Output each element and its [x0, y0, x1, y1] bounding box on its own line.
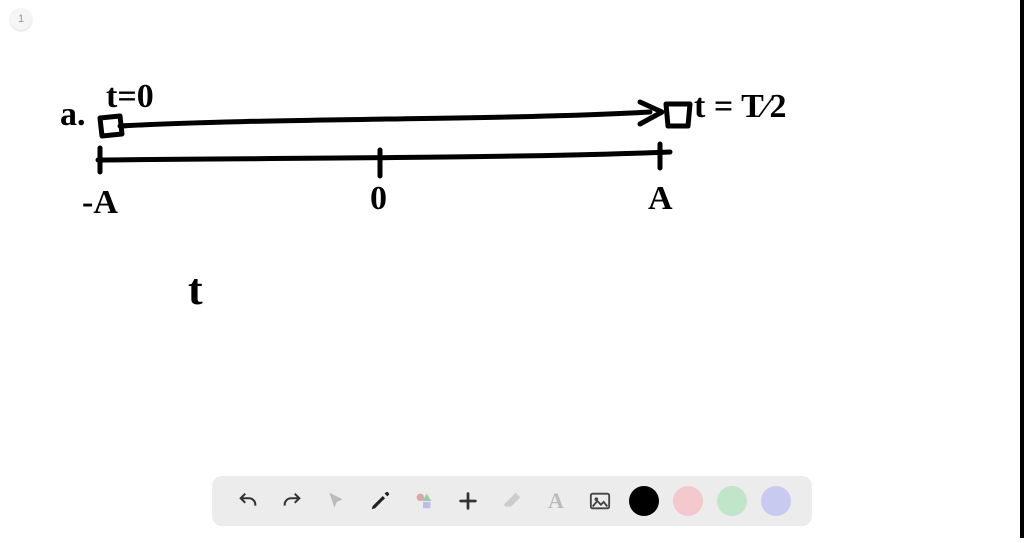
- axis-left-label: -A: [82, 184, 118, 222]
- eraser-icon: [501, 490, 523, 512]
- color-black[interactable]: [627, 484, 661, 518]
- axis-center-label: 0: [370, 180, 387, 218]
- part-label: a.: [60, 96, 86, 134]
- drawing-toolbar: A: [212, 476, 812, 526]
- text-tool[interactable]: A: [539, 484, 573, 518]
- whiteboard-canvas[interactable]: a. t=0 t = T⁄2 -A 0 A t: [0, 0, 1024, 538]
- swatch-purple-icon: [761, 486, 791, 516]
- shapes-icon: [413, 490, 435, 512]
- color-pink[interactable]: [671, 484, 705, 518]
- pen-tool[interactable]: [363, 484, 397, 518]
- eraser-tool[interactable]: [495, 484, 529, 518]
- move-tool[interactable]: [451, 484, 485, 518]
- pointer-tool[interactable]: [319, 484, 353, 518]
- color-green[interactable]: [715, 484, 749, 518]
- color-purple[interactable]: [759, 484, 793, 518]
- undo-icon: [237, 490, 259, 512]
- right-time-label: t = T⁄2: [694, 88, 786, 126]
- axis-right-label: A: [648, 180, 673, 218]
- redo-button[interactable]: [275, 484, 309, 518]
- swatch-pink-icon: [673, 486, 703, 516]
- plus-icon: [457, 490, 479, 512]
- text-icon: A: [548, 488, 564, 514]
- left-time-label: t=0: [106, 78, 154, 116]
- pointer-icon: [326, 491, 346, 511]
- image-icon: [588, 490, 612, 512]
- undo-button[interactable]: [231, 484, 265, 518]
- redo-icon: [281, 490, 303, 512]
- floating-t-label: t: [188, 264, 203, 315]
- pen-icon: [369, 490, 391, 512]
- swatch-black-icon: [629, 486, 659, 516]
- swatch-green-icon: [717, 486, 747, 516]
- image-tool[interactable]: [583, 484, 617, 518]
- right-edge-decoration: [1020, 0, 1024, 538]
- shapes-tool[interactable]: [407, 484, 441, 518]
